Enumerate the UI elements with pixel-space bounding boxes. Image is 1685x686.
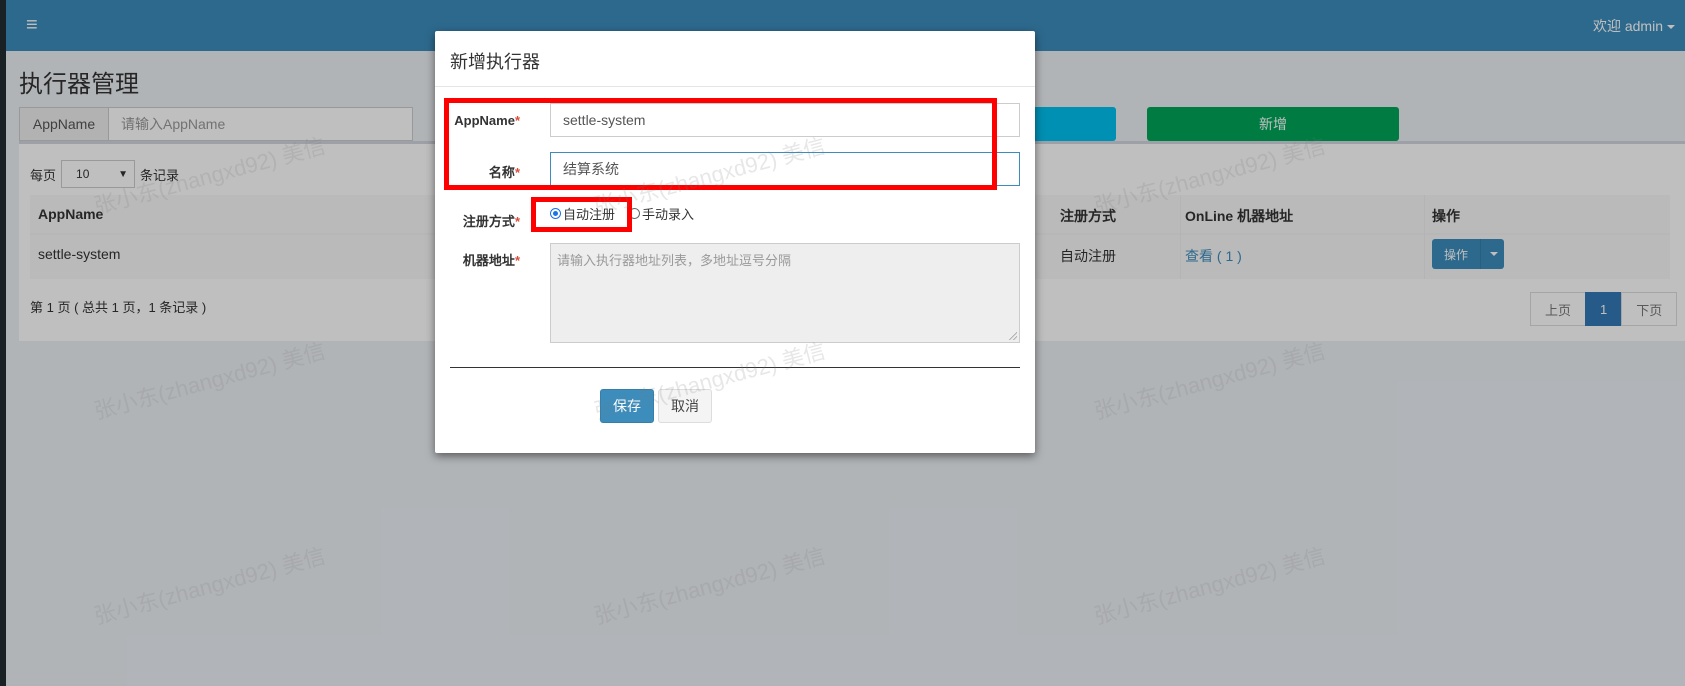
address-field-label: 机器地址* [435, 250, 520, 269]
register-manual-label[interactable]: 手动录入 [642, 204, 694, 223]
register-label-text: 注册方式 [462, 214, 515, 229]
cancel-button[interactable]: 取消 [658, 389, 712, 423]
highlight-box-register [531, 197, 632, 232]
address-textarea[interactable]: 请输入执行器地址列表，多地址逗号分隔 [550, 243, 1020, 343]
highlight-box-fields [444, 98, 997, 190]
modal-header-divider [435, 86, 1035, 87]
required-mark: * [514, 253, 520, 268]
add-executor-modal: 新增执行器 AppName* settle-system 名称* 结算系统 注册… [435, 31, 1035, 453]
form-divider [450, 367, 1020, 368]
modal-title: 新增执行器 [450, 52, 540, 72]
save-button[interactable]: 保存 [600, 389, 654, 423]
address-label-text: 机器地址 [462, 253, 515, 268]
register-manual-radio[interactable]: 手动录入 [629, 204, 694, 223]
resize-grip-icon[interactable] [1009, 332, 1017, 340]
address-placeholder: 请输入执行器地址列表，多地址逗号分隔 [557, 253, 792, 268]
register-type-label: 注册方式* [435, 211, 520, 230]
required-mark: * [514, 214, 520, 229]
